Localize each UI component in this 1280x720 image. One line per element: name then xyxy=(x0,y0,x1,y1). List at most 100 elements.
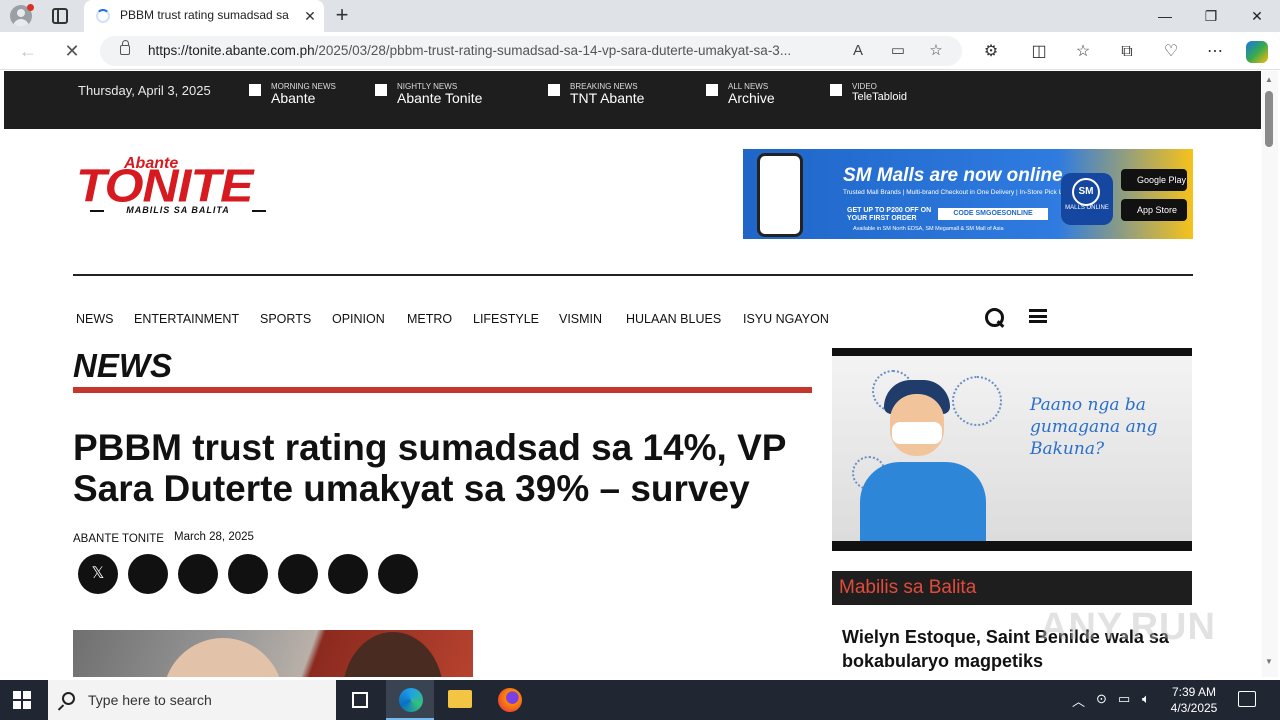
nav-sports[interactable]: SPORTS xyxy=(260,312,311,326)
nav-news[interactable]: NEWS xyxy=(76,312,114,326)
vaccine-ad-banner[interactable]: Paano nga ba gumagana ang Bakuna? xyxy=(832,348,1192,551)
nav-isyu-ngayon[interactable]: ISYU NGAYON xyxy=(743,312,829,326)
lock-icon[interactable] xyxy=(120,40,130,55)
window-minimize-button[interactable]: — xyxy=(1142,4,1188,28)
current-date: Thursday, April 3, 2025 xyxy=(78,83,211,98)
nav-vismin[interactable]: VISMIN xyxy=(559,312,602,326)
ad-title: SM Malls are now online. xyxy=(843,165,1068,186)
task-view-icon xyxy=(352,692,368,708)
task-view-button[interactable] xyxy=(336,680,384,720)
nav-lifestyle[interactable]: LIFESTYLE xyxy=(473,312,539,326)
share-button[interactable] xyxy=(328,554,368,594)
workspaces-icon[interactable] xyxy=(52,8,68,24)
share-button[interactable] xyxy=(378,554,418,594)
vaccine-ad-image: Paano nga ba gumagana ang Bakuna? xyxy=(832,356,1192,541)
sm-malls-ad-banner[interactable]: SM Malls are now online. Trusted Mall Br… xyxy=(743,149,1193,239)
square-icon xyxy=(830,84,842,96)
strip-link-title: Archive xyxy=(728,90,775,106)
vaccine-ad-text: Paano nga ba gumagana ang Bakuna? xyxy=(1030,395,1158,459)
strip-link-title: TNT Abante xyxy=(570,90,645,106)
share-x-button[interactable]: 𝕏 xyxy=(78,554,118,594)
stop-loading-button[interactable]: ✕ xyxy=(60,39,84,63)
sm-logo-icon: SM xyxy=(1072,178,1100,206)
article-date: March 28, 2025 xyxy=(174,531,254,543)
header-divider xyxy=(73,274,1193,276)
article-featured-image xyxy=(73,630,473,677)
notification-center-icon[interactable] xyxy=(1238,691,1256,707)
collections-icon[interactable]: ⧉ xyxy=(1116,41,1138,63)
anyrun-watermark: ANY.RUN xyxy=(1040,606,1216,648)
strip-link-title: TeleTabloid xyxy=(852,91,908,103)
address-bar[interactable]: https://tonite.abante.com.ph/2025/03/28/… xyxy=(100,36,962,66)
nav-metro[interactable]: METRO xyxy=(407,312,452,326)
phone-illustration xyxy=(757,153,803,237)
url-path: /2025/03/28/pbbm-trust-rating-sumadsad-s… xyxy=(314,43,792,58)
read-aloud-icon[interactable]: A xyxy=(848,41,868,61)
more-menu-icon[interactable]: ⋯ xyxy=(1204,41,1226,63)
nav-opinion[interactable]: OPINION xyxy=(332,312,385,326)
section-title[interactable]: NEWS xyxy=(73,347,172,385)
strip-link-label: VIDEO xyxy=(852,82,877,91)
folder-icon xyxy=(448,690,472,708)
taskbar-firefox-button[interactable] xyxy=(485,680,533,720)
share-button[interactable] xyxy=(128,554,168,594)
network-icon[interactable]: ▭ xyxy=(1118,691,1130,707)
share-button[interactable] xyxy=(178,554,218,594)
immersive-reader-icon[interactable]: ▭ xyxy=(888,41,908,61)
system-clock[interactable]: 7:39 AM 4/3/2025 xyxy=(1166,684,1222,716)
loading-spinner-icon xyxy=(96,9,110,23)
tab-close-icon[interactable]: ✕ xyxy=(300,6,320,26)
square-icon xyxy=(548,84,560,96)
scroll-down-arrow-icon[interactable]: ▼ xyxy=(1265,657,1273,666)
nav-entertainment[interactable]: ENTERTAINMENT xyxy=(134,312,239,326)
browser-tab-active[interactable]: PBBM trust rating sumadsad sa 1 ✕ xyxy=(84,0,324,32)
volume-icon[interactable]: 🔈︎ xyxy=(1142,691,1150,707)
back-button[interactable]: ← xyxy=(16,39,40,63)
doctor-illustration xyxy=(860,462,986,541)
hamburger-menu-icon[interactable] xyxy=(1029,309,1047,323)
taskbar-search-box[interactable]: Type here to search xyxy=(48,680,336,720)
square-icon xyxy=(249,84,261,96)
windows-taskbar: Type here to search ︿ ⊙ ▭ 🔈︎ 7:39 AM 4/3… xyxy=(0,680,1280,720)
square-icon xyxy=(375,84,387,96)
share-button[interactable] xyxy=(278,554,318,594)
ad-offer: GET UP TO P200 OFF ON YOUR FIRST ORDER xyxy=(847,207,932,222)
nav-hulaan-blues[interactable]: HULAAN BLUES xyxy=(626,312,721,326)
browser-essentials-icon[interactable]: ♡ xyxy=(1160,41,1182,63)
site-logo[interactable]: Abante TONITE MABILIS SA BALITA xyxy=(76,155,272,217)
taskbar-file-explorer-button[interactable] xyxy=(436,680,484,720)
browser-toolbar: ← ✕ https://tonite.abante.com.ph/2025/03… xyxy=(0,32,1280,70)
windows-start-icon[interactable] xyxy=(13,691,31,709)
taskbar-search-placeholder: Type here to search xyxy=(88,692,212,708)
strip-link-title: Abante Tonite xyxy=(397,90,483,106)
window-close-button[interactable]: ✕ xyxy=(1234,4,1280,28)
new-tab-button[interactable]: + xyxy=(330,4,354,28)
favorites-icon[interactable]: ☆ xyxy=(1072,41,1094,63)
ad-promo-code: CODE SMGOESONLINE xyxy=(938,208,1048,220)
ad-subtitle: Trusted Mall Brands | Multi-brand Checko… xyxy=(843,189,1067,196)
page-scrollbar[interactable]: ▲ ▼ xyxy=(1262,71,1278,677)
taskbar-edge-button[interactable] xyxy=(386,680,434,720)
copilot-icon[interactable] xyxy=(1246,41,1268,63)
split-screen-icon[interactable]: ◫ xyxy=(1028,41,1050,63)
show-hidden-icons-chevron-icon[interactable]: ︿ xyxy=(1072,691,1085,710)
search-icon[interactable] xyxy=(985,308,1005,328)
extensions-icon[interactable]: ⚙ xyxy=(980,41,1002,63)
strip-link-title: Abante xyxy=(271,90,316,106)
clock-date: 4/3/2025 xyxy=(1170,701,1218,715)
window-restore-button[interactable]: ❐ xyxy=(1188,4,1234,28)
edge-icon xyxy=(399,688,423,712)
search-icon xyxy=(62,692,75,705)
virus-icon xyxy=(952,376,1002,426)
browser-tab-bar: PBBM trust rating sumadsad sa 1 ✕ + — ❐ … xyxy=(0,0,1280,32)
square-icon xyxy=(706,84,718,96)
article-headline: PBBM trust rating sumadsad sa 14%, VP Sa… xyxy=(73,427,786,509)
article-author[interactable]: ABANTE TONITE xyxy=(73,533,164,545)
share-button[interactable] xyxy=(228,554,268,594)
favorite-star-icon[interactable]: ☆ xyxy=(926,41,946,61)
url-host: https://tonite.abante.com.ph xyxy=(148,43,315,58)
tray-app-icon[interactable]: ⊙ xyxy=(1096,691,1107,707)
url-text[interactable]: https://tonite.abante.com.ph/2025/03/28/… xyxy=(148,43,838,58)
scrollbar-thumb[interactable] xyxy=(1265,91,1273,147)
scroll-up-arrow-icon[interactable]: ▲ xyxy=(1265,75,1273,84)
